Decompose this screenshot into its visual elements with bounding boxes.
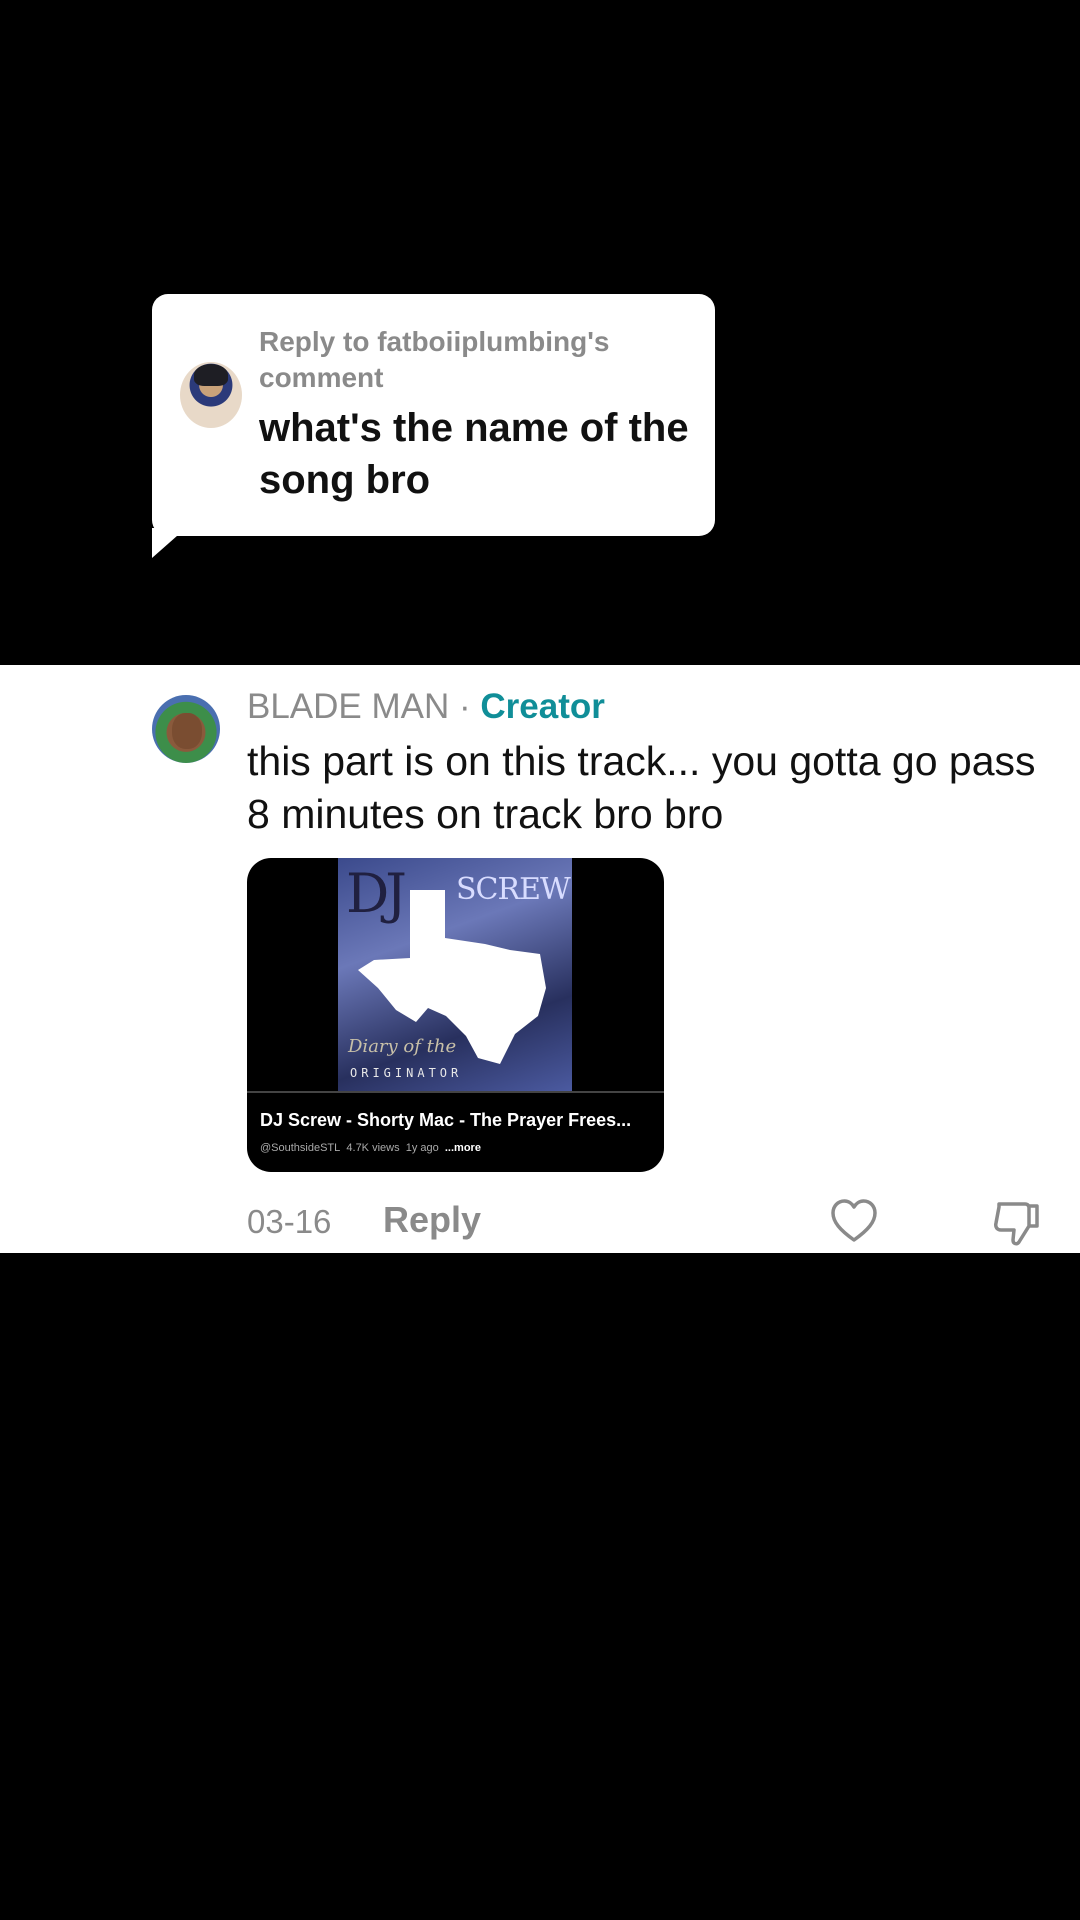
video-views: 4.7K views <box>346 1142 400 1154</box>
reply-button[interactable]: Reply <box>383 1198 481 1242</box>
comment-panel: BLADE MAN · Creator this part is on this… <box>0 665 1080 1253</box>
bubble-tail <box>152 528 186 558</box>
replied-comment-text: what's the name of the song bro <box>259 406 689 502</box>
creator-badge: Creator <box>480 687 605 726</box>
heart-icon[interactable] <box>830 1198 878 1246</box>
video-title[interactable]: DJ Screw - Shorty Mac - The Prayer Frees… <box>260 1110 655 1131</box>
comment-header: BLADE MAN · Creator <box>247 685 605 729</box>
video-channel[interactable]: @SouthsideSTL <box>260 1142 340 1154</box>
thumbs-down-icon[interactable] <box>991 1198 1041 1248</box>
header-separator: · <box>459 687 471 726</box>
video-meta: @SouthsideSTL 4.7K views 1y ago ...more <box>260 1142 481 1154</box>
thumbnail-diary-text: Diary of the <box>348 1036 457 1057</box>
reply-to-label: Reply to fatboiiplumbing's comment <box>259 326 610 393</box>
comment-date: 03-16 <box>247 1203 332 1240</box>
video-thumbnail[interactable]: DJ SCREW Diary of the ORIGINATOR <box>338 858 572 1091</box>
author-avatar[interactable] <box>152 695 220 763</box>
reply-context-bubble[interactable]: Reply to fatboiiplumbing's comment what'… <box>152 294 715 536</box>
comment-text: this part is on this track... you gotta … <box>247 738 1036 837</box>
card-divider <box>247 1091 664 1093</box>
author-name[interactable]: BLADE MAN <box>247 687 449 726</box>
video-link-card[interactable]: DJ SCREW Diary of the ORIGINATOR DJ Scre… <box>247 858 664 1172</box>
replied-user-avatar[interactable] <box>180 362 242 428</box>
video-more-link[interactable]: ...more <box>445 1142 481 1154</box>
thumbnail-originator-text: ORIGINATOR <box>350 1066 463 1080</box>
video-age: 1y ago <box>405 1142 439 1154</box>
